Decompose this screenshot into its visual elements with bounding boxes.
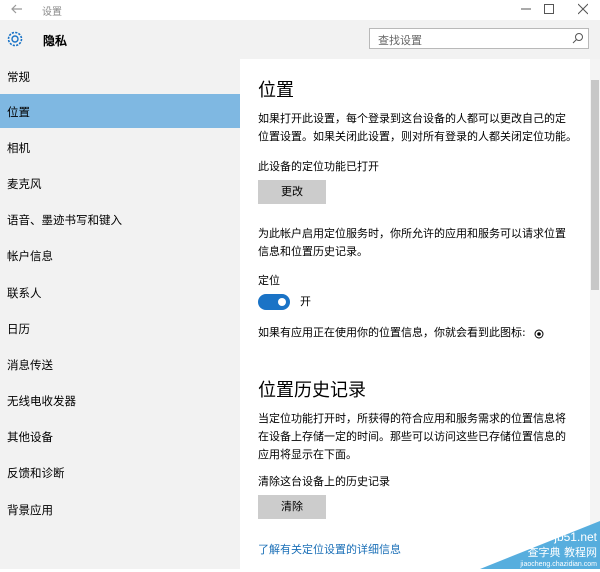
sidebar-item-background-apps[interactable]: 背景应用 (0, 492, 240, 526)
search-icon[interactable] (572, 32, 584, 44)
sidebar-item-general[interactable]: 常规 (0, 59, 240, 93)
search-placeholder: 查找设置 (378, 34, 422, 47)
sidebar-item-label: 麦克风 (7, 177, 42, 191)
svg-text:查字典 教程网: 查字典 教程网 (528, 545, 598, 559)
sidebar: 常规 位置 相机 麦克风 语音、墨迹书写和键入 帐户信息 联系人 日历 消息传送… (0, 59, 240, 569)
back-arrow-icon[interactable] (10, 2, 24, 16)
sidebar-item-label: 相机 (7, 141, 30, 155)
account-location-description-line2: 信息和位置历史记录。 (258, 245, 368, 258)
location-history-description-line3: 应用将显示在下面。 (258, 448, 357, 461)
title-bar: 设置 (0, 0, 600, 20)
sidebar-item-label: 消息传送 (7, 358, 53, 372)
sidebar-item-other-devices[interactable]: 其他设备 (0, 419, 240, 453)
location-toggle-state: 开 (300, 295, 311, 308)
gear-icon (5, 29, 25, 49)
page-header: 隐私 查找设置 (0, 20, 600, 59)
svg-text:jb51.net: jb51.net (553, 530, 597, 544)
scrollbar-thumb[interactable] (591, 80, 599, 290)
clear-button[interactable]: 清除 (258, 495, 326, 519)
location-heading: 位置 (258, 80, 294, 101)
learn-more-link[interactable]: 了解有关定位设置的详细信息 (258, 541, 401, 557)
watermark-logo: jb51.net 查字典 教程网 jiaocheng.chazidian.com (460, 521, 600, 569)
location-description-line1: 如果打开此设置，每个登录到这台设备的人都可以更改自己的定 (258, 112, 566, 125)
sidebar-item-label: 联系人 (7, 286, 42, 300)
maximize-button[interactable] (537, 0, 561, 18)
location-description-line2: 位置设置。如果关闭此设置，则对所有登录的人都关闭定位功能。 (258, 130, 577, 143)
location-indicator-icon (534, 328, 544, 339)
sidebar-item-label: 反馈和诊断 (7, 466, 65, 480)
sidebar-item-label: 语音、墨迹书写和键入 (7, 213, 122, 227)
sidebar-item-radios[interactable]: 无线电收发器 (0, 383, 240, 417)
page-title: 隐私 (43, 34, 68, 48)
location-history-description-line2: 在设备上存储一定的时间。那些可以访问这些已存储位置信息的 (258, 430, 566, 443)
sidebar-item-feedback-diagnostics[interactable]: 反馈和诊断 (0, 455, 240, 489)
account-location-description-line1: 为此帐户启用定位服务时，你所允许的应用和服务可以请求位置 (258, 227, 566, 240)
clear-history-label: 清除这台设备上的历史记录 (258, 475, 390, 488)
sidebar-item-label: 帐户信息 (7, 249, 53, 263)
sidebar-item-calendar[interactable]: 日历 (0, 311, 240, 345)
close-button[interactable] (571, 0, 595, 18)
sidebar-item-account-info[interactable]: 帐户信息 (0, 238, 240, 272)
location-history-description-line1: 当定位功能打开时，所获得的符合应用和服务需求的位置信息将 (258, 412, 566, 425)
sidebar-item-messaging[interactable]: 消息传送 (0, 347, 240, 381)
sidebar-item-contacts[interactable]: 联系人 (0, 275, 240, 309)
change-button[interactable]: 更改 (258, 180, 326, 204)
sidebar-item-label: 无线电收发器 (7, 394, 76, 408)
location-description: 如果打开此设置，每个登录到这台设备的人都可以更改自己的定 位置设置。如果关闭此设… (258, 110, 577, 146)
svg-text:jiaocheng.chazidian.com: jiaocheng.chazidian.com (519, 561, 597, 568)
toggle-knob (278, 298, 286, 306)
sidebar-item-microphone[interactable]: 麦克风 (0, 166, 240, 200)
account-location-description: 为此帐户启用定位服务时，你所允许的应用和服务可以请求位置 信息和位置历史记录。 (258, 225, 566, 261)
sidebar-item-speech-inking-typing[interactable]: 语音、墨迹书写和键入 (0, 202, 240, 236)
location-indicator-text: 如果有应用正在使用你的位置信息，你就会看到此图标: (258, 326, 526, 339)
location-toggle[interactable] (258, 294, 290, 310)
sidebar-item-label: 背景应用 (7, 503, 53, 517)
sidebar-item-camera[interactable]: 相机 (0, 130, 240, 164)
sidebar-item-location[interactable]: 位置 (0, 94, 240, 128)
location-history-description: 当定位功能打开时，所获得的符合应用和服务需求的位置信息将 在设备上存储一定的时间… (258, 410, 566, 464)
minimize-button[interactable] (514, 0, 538, 18)
sidebar-item-label: 日历 (7, 322, 30, 336)
window-title: 设置 (42, 7, 62, 18)
device-location-status: 此设备的定位功能已打开 (258, 160, 379, 173)
search-input[interactable]: 查找设置 (369, 28, 589, 49)
location-history-heading: 位置历史记录 (258, 380, 366, 401)
sidebar-item-label: 其他设备 (7, 430, 53, 444)
sidebar-item-label: 位置 (7, 105, 30, 119)
location-toggle-label: 定位 (258, 274, 280, 287)
sidebar-item-label: 常规 (7, 70, 30, 84)
